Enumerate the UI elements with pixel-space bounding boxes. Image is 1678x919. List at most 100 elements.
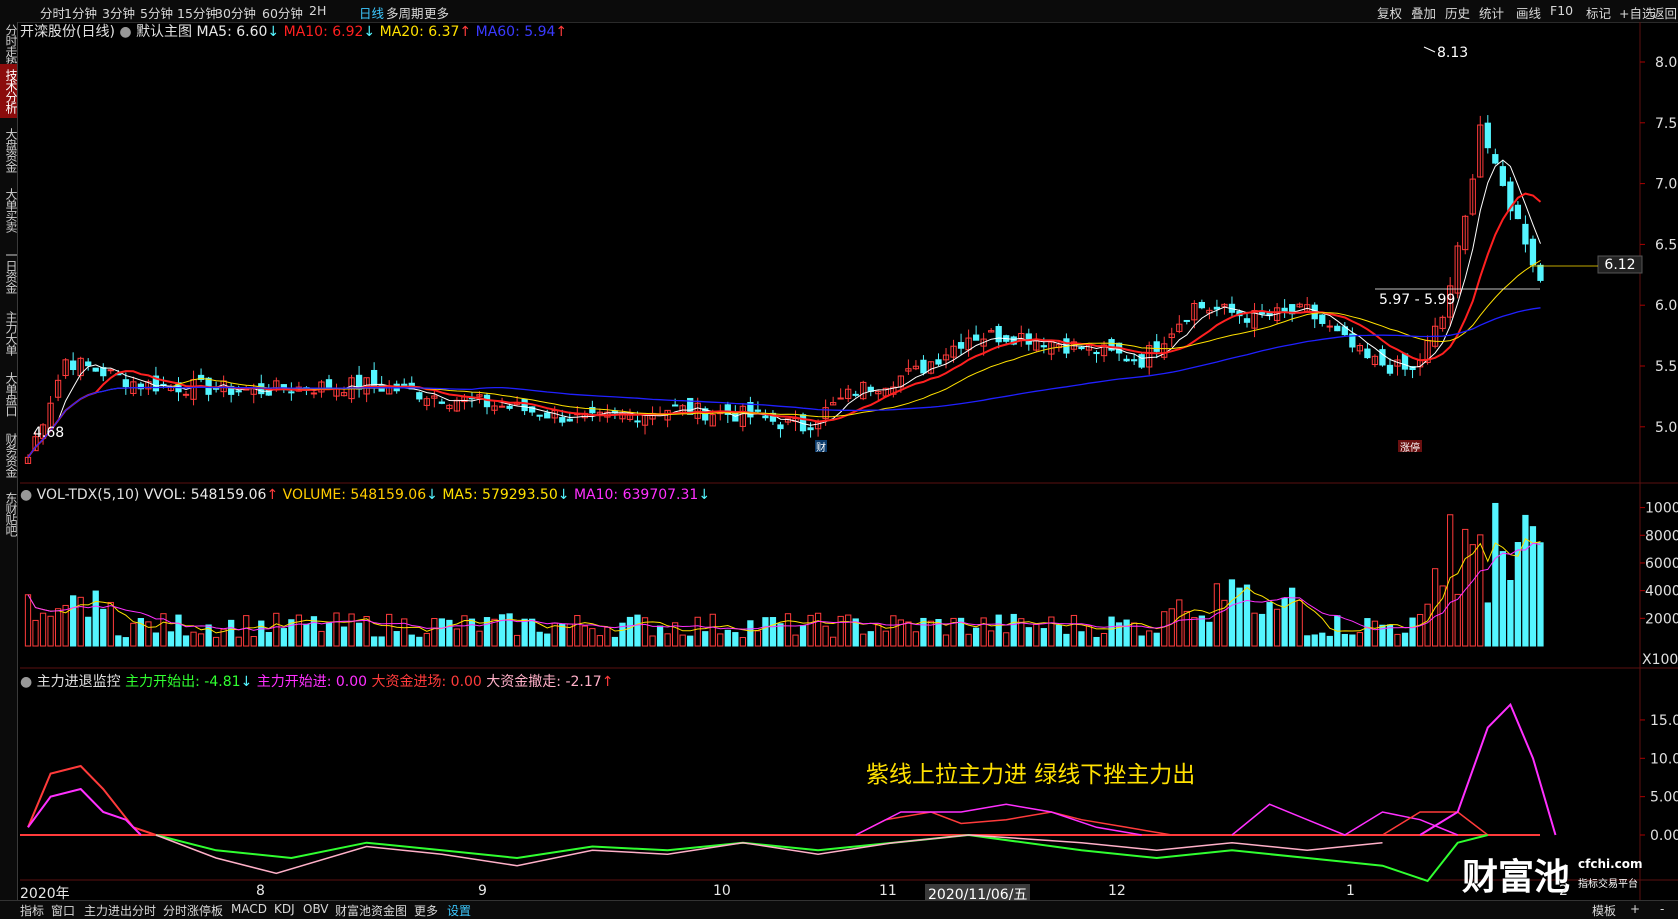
bottom-tab-7[interactable]: 财富池资金图 [335,902,407,919]
candle-body [107,369,114,372]
volume-bar [491,618,498,647]
volume-bar [235,636,242,647]
bottom-tab-0[interactable]: 指标 [20,902,44,919]
bottom-tab-6[interactable]: OBV [303,902,329,916]
candle-body [559,417,566,423]
volume-panel-header: ● VOL-TDX(5,10) VVOL: 548159.06↑ VOLUME:… [20,487,710,503]
candle-body [762,415,769,419]
template-name[interactable]: 默认主图 [136,24,192,40]
volume-bar [1341,633,1348,647]
volume-bar [340,626,348,647]
volume-axis-label: 8000 [1645,528,1678,544]
bottom-tab-4[interactable]: MACD [231,902,267,916]
bottom-right-button-2[interactable]: + [1630,902,1640,916]
candle-body [837,397,844,400]
ma60-line [27,307,1541,458]
candle-body [1514,204,1522,220]
range-label: 5.97 - 5.99 [1379,292,1455,308]
volume-bar [1356,632,1364,647]
volume-value: VOLUME: 548159.06 [282,487,427,503]
volume-bar [890,615,897,647]
volume-bar [882,630,889,647]
month-label-0: 2020年 [20,886,70,902]
volume-ma10-line [27,542,1541,631]
ma20-arrow: ↑ [459,24,472,40]
volume-bar [559,623,566,647]
vol-ma5-value: MA5: 579293.50 [442,487,558,503]
volume-bar [1281,597,1288,647]
volume-bar [371,636,378,647]
indicator-dot-icon[interactable]: ● [20,674,32,690]
volume-bar [1477,534,1484,647]
volume-bar [1394,633,1401,647]
ma5-arrow: ↓ [267,24,280,40]
bottom-tab-5[interactable]: KDJ [274,902,295,916]
indicator-panel-header: ● 主力进退监控 主力开始出: -4.81↓ 主力开始进: 0.00 大资金进场… [20,671,613,691]
volume-bar [506,613,513,647]
volume-bar [1055,624,1063,647]
ma20-value: MA20: 6.37 [379,24,460,40]
stock-chart[interactable]: 8.00 7.50 7.00 6.50 6.00 5.50 5.00 8.13 4.68 5.97… [0,0,1678,918]
volume-bar [1289,587,1296,647]
volume-bar [423,632,430,647]
template-dot-icon[interactable]: ● [119,24,131,40]
volume-bar [1040,628,1047,647]
volume-bar [250,636,257,647]
volume-bar [1108,616,1115,647]
volume-bar [258,620,265,647]
zhangting-marker: 涨停 [1400,441,1420,454]
candle-body [995,325,1002,343]
bottom-tab-9[interactable]: 设置 [447,902,471,919]
candle-body [1492,154,1499,164]
bottom-tab-3[interactable]: 分时涨停板 [163,902,223,919]
big-fund-out-arrow: ↑ [601,674,614,690]
bottom-tab-8[interactable]: 更多 [414,902,438,919]
volume-indicator-name[interactable]: VOL-TDX(5,10) [37,487,140,503]
volume-bar [830,636,837,647]
candle-body [566,418,573,422]
volume-bar [1424,603,1431,647]
volume-bar [446,619,453,647]
volume-bar [1469,544,1476,647]
indicator-axis-label: 10.00 [1650,751,1678,767]
bottom-right-button-3[interactable]: - [1660,902,1664,916]
price-axis-label: 7.00 [1655,177,1678,193]
bottom-tab-1[interactable]: 窗口 [51,902,75,919]
ma10-line [27,192,1542,458]
bottom-right-button-1[interactable]: 模板 [1592,902,1616,919]
main-force-out-line [155,833,1489,883]
volume-bar [243,615,250,647]
volume-bar [1243,584,1251,647]
bottom-tab-bar: 指标 窗口 主力进出分时 分时涨停板 MACD KDJ OBV 财富池资金图 更多 设置 模板 + - [0,900,1678,919]
month-label-7: 2 [1559,883,1568,899]
indicator-name[interactable]: 主力进退监控 [37,674,121,690]
volume-bar [1371,620,1379,647]
volume-bar [687,635,694,647]
candle-body [310,392,318,395]
volume-bar [476,630,483,647]
vol-ma10-value: MA10: 639707.31 [573,487,699,503]
volume-dot-icon[interactable]: ● [20,487,32,503]
volume-bar [589,628,596,647]
volume-bar [905,621,912,647]
volume-bar [656,625,664,647]
volume-bar [529,618,536,647]
volume-axis-label: 10000 [1645,501,1678,517]
volume-bar [1070,614,1078,647]
volume-bar [468,618,476,647]
volume-bar [544,633,551,647]
price-axis-label: 5.00 [1655,420,1678,436]
volume-bar [799,625,807,647]
volume-axis-label: 4000 [1645,584,1678,600]
volume-bar [100,608,107,647]
volume-bar [1258,613,1266,647]
candle-body [1499,166,1506,186]
bottom-tab-2[interactable]: 主力进出分时 [84,902,156,919]
volume-bar [1409,617,1416,647]
volume-bar [1093,636,1100,647]
volume-bar [1349,634,1356,647]
volume-bar [1048,616,1055,647]
volume-bar [762,617,769,647]
vol-ma10-arrow: ↓ [698,487,711,503]
candle-body [1198,301,1205,309]
